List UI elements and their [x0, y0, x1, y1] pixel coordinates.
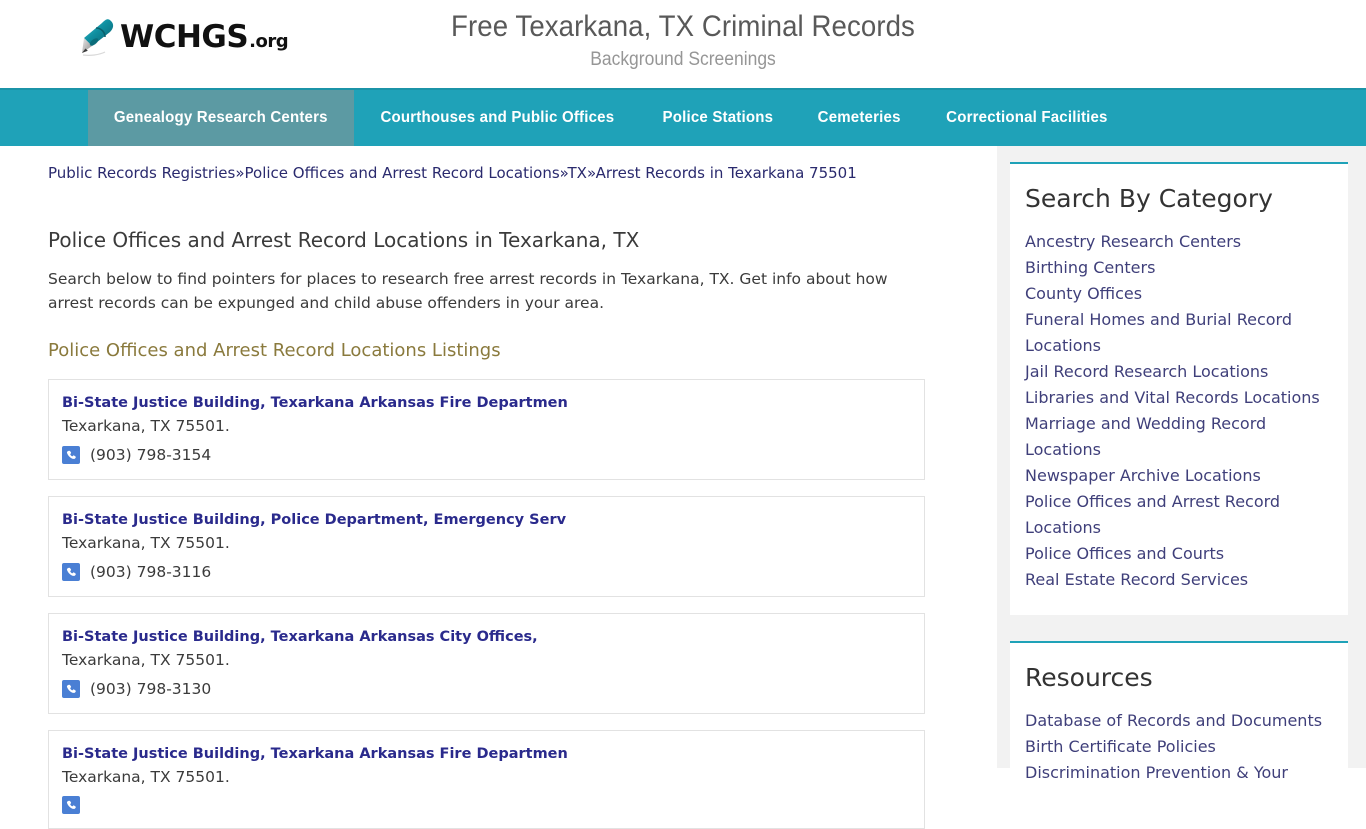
- sidebar-link[interactable]: Discrimination Prevention & Your: [1025, 760, 1326, 786]
- listing-card: Bi-State Justice Building, Police Depart…: [48, 496, 925, 597]
- listings-container: Bi-State Justice Building, Texarkana Ark…: [48, 379, 929, 829]
- listing-phone-number: (903) 798-3130: [90, 680, 212, 698]
- header-titles: Free Texarkana, TX Criminal Records Back…: [0, 0, 1366, 74]
- nav-item-1[interactable]: Courthouses and Public Offices: [354, 90, 641, 146]
- nav-item-3[interactable]: Cemeteries: [796, 90, 922, 146]
- listing-title-link[interactable]: Bi-State Justice Building, Texarkana Ark…: [62, 627, 910, 648]
- sidebar-link[interactable]: Jail Record Research Locations: [1025, 359, 1326, 385]
- nav-item-2[interactable]: Police Stations: [640, 90, 796, 146]
- sidebar-link[interactable]: Ancestry Research Centers: [1025, 229, 1326, 255]
- list-item: Marriage and Wedding Record Locations: [1025, 411, 1326, 463]
- breadcrumb[interactable]: Public Records Registries»Police Offices…: [48, 146, 929, 184]
- site-header: WCHGS .org Free Texarkana, TX Criminal Re…: [0, 0, 1366, 88]
- list-item: Ancestry Research Centers: [1025, 229, 1326, 255]
- nav-item-label: Cemeteries: [817, 109, 901, 126]
- sidebar-link[interactable]: Newspaper Archive Locations: [1025, 463, 1326, 489]
- listing-address: Texarkana, TX 75501.: [62, 417, 230, 435]
- list-item: Newspaper Archive Locations: [1025, 463, 1326, 489]
- sidebar-link[interactable]: Real Estate Record Services: [1025, 567, 1326, 593]
- nav-item-0[interactable]: Genealogy Research Centers: [88, 90, 354, 146]
- breadcrumb-item-2[interactable]: TX: [567, 164, 586, 182]
- sidebar-widget-title: Resources: [1025, 663, 1153, 692]
- listing-card: Bi-State Justice Building, Texarkana Ark…: [48, 379, 925, 480]
- list-item: Police Offices and Courts: [1025, 541, 1326, 567]
- listing-title-link[interactable]: Bi-State Justice Building, Texarkana Ark…: [62, 744, 910, 765]
- listing-address: Texarkana, TX 75501.: [62, 534, 230, 552]
- breadcrumb-separator: »: [586, 164, 596, 182]
- sidebar-link[interactable]: Funeral Homes and Burial Record Location…: [1025, 307, 1326, 359]
- listing-title-link[interactable]: Bi-State Justice Building, Texarkana Ark…: [62, 393, 910, 414]
- sidebar-link-list: Ancestry Research Centers Birthing Center…: [1025, 229, 1326, 593]
- sidebar: Search By Category Ancestry Research Cent…: [997, 146, 1366, 808]
- nav-item-label: Police Stations: [662, 109, 774, 126]
- content-heading: Police Offices and Arrest Record Locatio…: [48, 228, 640, 252]
- phone-icon: [62, 796, 80, 814]
- phone-icon: [62, 680, 80, 698]
- listing-address: Texarkana, TX 75501.: [62, 768, 230, 786]
- sidebar-link[interactable]: Birthing Centers: [1025, 255, 1326, 281]
- sidebar-link[interactable]: Marriage and Wedding Record Locations: [1025, 411, 1326, 463]
- sidebar-widget: Resources Database of Records and Documen…: [1010, 641, 1348, 808]
- breadcrumb-item-0[interactable]: Public Records Registries: [48, 164, 235, 182]
- listing-address: Texarkana, TX 75501.: [62, 651, 230, 669]
- nav-item-4[interactable]: Correctional Facilities: [922, 90, 1132, 146]
- breadcrumb-separator: »: [235, 164, 245, 182]
- page-body: Public Records Registries»Police Offices…: [0, 146, 1366, 829]
- phone-icon: [62, 563, 80, 581]
- content-intro-paragraph: Search below to find pointers for places…: [48, 270, 888, 312]
- list-item: County Offices: [1025, 281, 1326, 307]
- nav-item-label: Genealogy Research Centers: [113, 109, 328, 126]
- listing-phone-row: (903) 798-3116: [62, 562, 910, 582]
- sidebar-widget: Search By Category Ancestry Research Cent…: [1010, 162, 1348, 615]
- sidebar-link[interactable]: Libraries and Vital Records Locations: [1025, 385, 1326, 411]
- phone-icon: [62, 446, 80, 464]
- listings-heading: Police Offices and Arrest Record Locatio…: [48, 340, 501, 361]
- sidebar-widget-title: Search By Category: [1025, 184, 1273, 213]
- list-item: Jail Record Research Locations: [1025, 359, 1326, 385]
- listing-card: Bi-State Justice Building, Texarkana Ark…: [48, 613, 925, 714]
- sidebar-link[interactable]: Database of Records and Documents: [1025, 708, 1326, 734]
- sidebar-link[interactable]: County Offices: [1025, 281, 1326, 307]
- list-item: Libraries and Vital Records Locations: [1025, 385, 1326, 411]
- listing-title-link[interactable]: Bi-State Justice Building, Police Depart…: [62, 510, 910, 531]
- list-item: Birthing Centers: [1025, 255, 1326, 281]
- page-title: Free Texarkana, TX Criminal Records: [451, 10, 915, 43]
- sidebar-link[interactable]: Police Offices and Courts: [1025, 541, 1326, 567]
- listing-phone-number: (903) 798-3154: [90, 446, 212, 464]
- sidebar-link-list: Database of Records and Documents Birth C…: [1025, 708, 1326, 786]
- main-navigation[interactable]: Genealogy Research Centers Courthouses an…: [0, 88, 1366, 146]
- sidebar-link[interactable]: Birth Certificate Policies: [1025, 734, 1326, 760]
- listing-phone-row: (903) 798-3154: [62, 445, 910, 465]
- listing-phone-row: [62, 796, 910, 814]
- nav-item-label: Courthouses and Public Offices: [379, 109, 614, 126]
- sidebar-link[interactable]: Police Offices and Arrest Record Locatio…: [1025, 489, 1326, 541]
- list-item: Police Offices and Arrest Record Locatio…: [1025, 489, 1326, 541]
- nav-item-label: Correctional Facilities: [946, 109, 1108, 126]
- listing-card: Bi-State Justice Building, Texarkana Ark…: [48, 730, 925, 829]
- breadcrumb-item-1[interactable]: Police Offices and Arrest Record Locatio…: [245, 164, 560, 182]
- main-content-column: Public Records Registries»Police Offices…: [0, 146, 997, 829]
- list-item: Funeral Homes and Burial Record Location…: [1025, 307, 1326, 359]
- list-item: Real Estate Record Services: [1025, 567, 1326, 593]
- list-item: Database of Records and Documents: [1025, 708, 1326, 734]
- listing-phone-row: (903) 798-3130: [62, 679, 910, 699]
- breadcrumb-item-3[interactable]: Arrest Records in Texarkana 75501: [596, 164, 857, 182]
- listing-phone-number: (903) 798-3116: [90, 563, 212, 581]
- page-subtitle: Background Screenings: [590, 49, 776, 70]
- list-item: Discrimination Prevention & Your: [1025, 760, 1326, 786]
- list-item: Birth Certificate Policies: [1025, 734, 1326, 760]
